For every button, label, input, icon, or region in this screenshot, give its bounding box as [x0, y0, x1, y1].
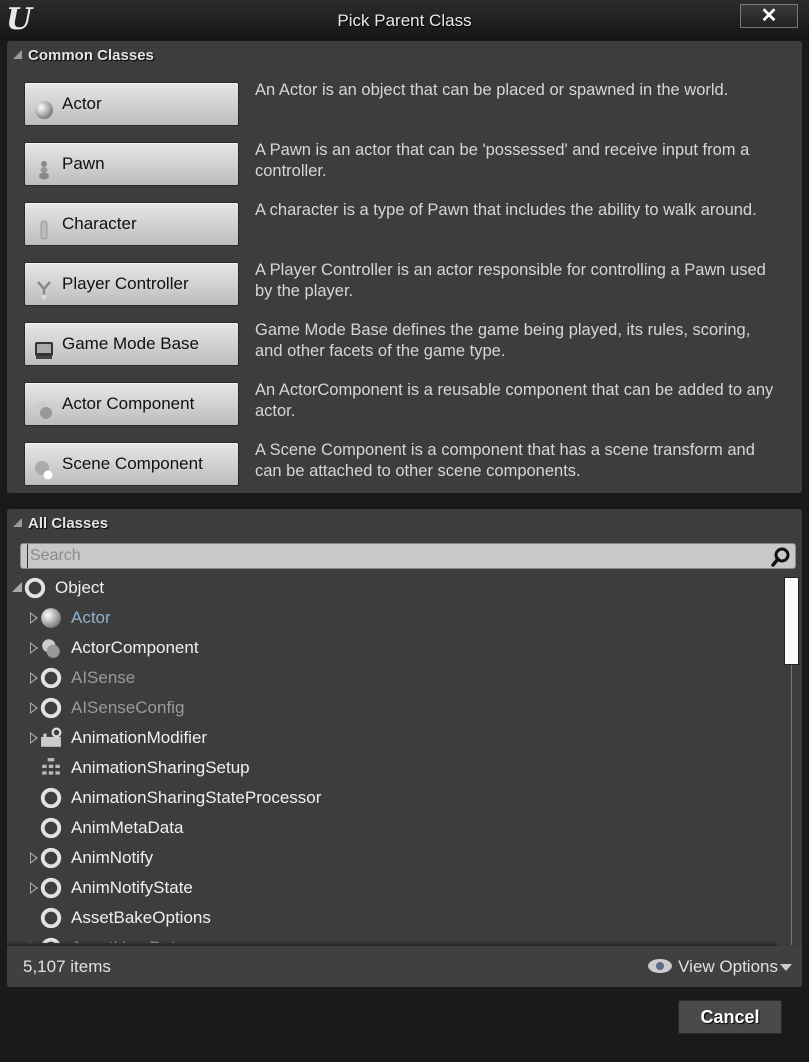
class-tree: Object Actor ActorComponent AISense AISenseC…: [7, 573, 777, 943]
tree-item-label: AnimNotifyState: [71, 878, 193, 897]
game-mode-icon: [34, 334, 54, 359]
common-class-row: Player Controller A Player Controller is …: [24, 261, 794, 306]
common-class-button[interactable]: Actor: [24, 82, 239, 126]
collapse-triangle-icon: [13, 49, 22, 59]
chevron-down-icon: [780, 964, 792, 972]
object-ring-icon: [40, 847, 62, 869]
object-ring-icon: [40, 907, 62, 929]
expand-arrow-icon[interactable]: [30, 672, 38, 684]
common-class-button[interactable]: Scene Component: [24, 442, 239, 486]
common-class-description: An ActorComponent is a reusable componen…: [255, 381, 774, 420]
actor-sphere-icon: [40, 607, 62, 629]
expand-arrow-icon[interactable]: [30, 852, 38, 864]
expanded-arrow-icon[interactable]: [12, 582, 22, 592]
view-options-button[interactable]: View Options: [648, 957, 792, 977]
tree-item-label: AISenseConfig: [71, 698, 185, 717]
tree-item-label: AnimationSharingSetup: [71, 758, 250, 777]
window-title: Pick Parent Class: [337, 11, 472, 30]
common-class-button[interactable]: Actor Component: [24, 382, 239, 426]
actor-component-icon: [34, 394, 54, 419]
object-ring-icon: [40, 877, 62, 899]
common-class-description: A Player Controller is an actor responsi…: [255, 261, 766, 300]
object-ring-icon: [40, 817, 62, 839]
common-class-button[interactable]: Player Controller: [24, 262, 239, 306]
tree-item-label: Object: [55, 578, 105, 597]
title-bar: U Pick Parent Class ✕: [0, 0, 809, 40]
collapse-triangle-icon: [13, 517, 22, 527]
scene-component-icon: [34, 454, 54, 480]
common-class-description: A Scene Component is a component that ha…: [255, 441, 755, 480]
view-options-label: View Options: [678, 957, 778, 976]
object-ring-icon: [24, 577, 46, 599]
eye-icon: [648, 958, 673, 973]
pawn-icon: [34, 154, 54, 180]
all-classes-panel: All Classes Object Actor ActorComponent AIS…: [7, 509, 802, 987]
animation-modifier-icon: [40, 727, 62, 749]
cancel-button[interactable]: Cancel: [678, 1000, 782, 1034]
item-count: 5,107 items: [23, 957, 111, 976]
actor-component-icon: [40, 637, 62, 659]
common-class-label: Actor: [62, 94, 102, 113]
tree-item-label: AnimationSharingStateProcessor: [71, 788, 322, 807]
common-class-row: Pawn A Pawn is an actor that can be 'poss…: [24, 141, 794, 186]
common-classes-header[interactable]: Common Classes: [13, 47, 154, 64]
common-class-row: Game Mode Base Game Mode Base defines the…: [24, 321, 794, 366]
tree-item-label: AnimNotify: [71, 848, 154, 867]
common-class-button[interactable]: Pawn: [24, 142, 239, 186]
tree-item-label: Actor: [71, 608, 111, 627]
object-ring-icon: [40, 667, 62, 689]
expand-arrow-icon[interactable]: [30, 612, 38, 624]
common-class-button[interactable]: Game Mode Base: [24, 322, 239, 366]
common-class-description: An Actor is an object that can be placed…: [255, 81, 729, 99]
common-class-button[interactable]: Character: [24, 202, 239, 246]
common-class-label: Game Mode Base: [62, 334, 200, 353]
expand-arrow-icon[interactable]: [30, 732, 38, 744]
close-button[interactable]: ✕: [740, 4, 798, 28]
object-ring-icon: [40, 787, 62, 809]
common-class-label: Character: [62, 214, 137, 233]
tree-item-label: AISense: [71, 668, 136, 687]
actor-sphere-icon: [34, 94, 54, 119]
common-class-row: Actor An Actor is an object that can be p…: [24, 81, 794, 126]
tree-item-label: AnimationModifier: [71, 728, 208, 747]
common-classes-panel: Common Classes Actor An Actor is an objec…: [7, 41, 802, 493]
object-ring-icon: [40, 697, 62, 719]
common-class-row: Actor Component An ActorComponent is a re…: [24, 381, 794, 426]
character-icon: [34, 214, 54, 240]
common-class-row: Scene Component A Scene Component is a co…: [24, 441, 794, 486]
all-classes-title: All Classes: [28, 515, 109, 532]
common-class-description: A character is a type of Pawn that inclu…: [255, 201, 757, 219]
common-class-row: Character A character is a type of Pawn t…: [24, 201, 794, 246]
tree-item-label: AnimMetaData: [71, 818, 184, 837]
common-class-label: Actor Component: [62, 394, 195, 413]
expand-arrow-icon[interactable]: [30, 642, 38, 654]
common-class-description: Game Mode Base defines the game being pl…: [255, 321, 751, 360]
animation-sharing-setup-icon: [40, 757, 62, 779]
search-input[interactable]: [27, 544, 757, 568]
search-icon[interactable]: [771, 547, 791, 567]
common-class-label: Scene Component: [62, 454, 203, 473]
scrollbar-thumb[interactable]: [784, 577, 799, 665]
expand-arrow-icon[interactable]: [30, 882, 38, 894]
expand-arrow-icon[interactable]: [30, 702, 38, 714]
common-class-description: A Pawn is an actor that can be 'possesse…: [255, 141, 750, 180]
tree-item-label: AssetBakeOptions: [71, 908, 211, 927]
player-controller-icon: [34, 274, 54, 300]
all-classes-header[interactable]: All Classes: [13, 515, 108, 532]
search-box[interactable]: [20, 543, 796, 569]
tree-item-label: ActorComponent: [71, 638, 199, 657]
common-class-label: Pawn: [62, 154, 105, 173]
status-bar: 5,107 items View Options: [7, 946, 802, 987]
common-classes-title: Common Classes: [28, 47, 154, 64]
common-class-label: Player Controller: [62, 274, 189, 293]
